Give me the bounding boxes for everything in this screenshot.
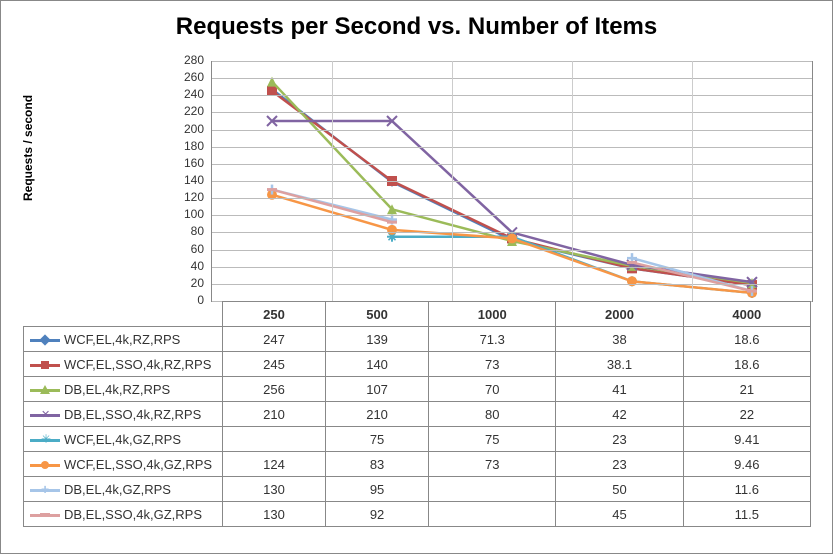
data-cell: 21: [683, 377, 810, 402]
y-tick-label: 0: [164, 293, 204, 307]
data-cell: 247: [223, 327, 326, 352]
data-cell: 130: [223, 502, 326, 527]
series-name: DB,EL,4k,GZ,RPS: [64, 482, 171, 497]
data-cell: 22: [683, 402, 810, 427]
data-cell: 80: [429, 402, 556, 427]
data-cell: 42: [556, 402, 683, 427]
data-cell: 70: [429, 377, 556, 402]
table-header-row: 250500100020004000: [24, 302, 811, 327]
data-cell: 73: [429, 352, 556, 377]
legend-marker: [30, 385, 60, 395]
category-header: 500: [326, 302, 429, 327]
chart-container: Requests per Second vs. Number of Items …: [0, 0, 833, 554]
series-name: WCF,EL,4k,RZ,RPS: [64, 332, 180, 347]
data-cell: 256: [223, 377, 326, 402]
data-cell: 140: [326, 352, 429, 377]
data-cell: 73: [429, 452, 556, 477]
y-tick-label: 200: [164, 122, 204, 136]
y-tick-label: 160: [164, 156, 204, 170]
series-label-cell: ✳ WCF,EL,4k,GZ,RPS: [24, 427, 223, 452]
category-header: 1000: [429, 302, 556, 327]
y-tick-label: 240: [164, 87, 204, 101]
data-table: 250500100020004000 WCF,EL,4k,RZ,RPS 247139…: [23, 301, 811, 527]
data-cell: 9.46: [683, 452, 810, 477]
data-cell: 50: [556, 477, 683, 502]
chart-title: Requests per Second vs. Number of Items: [1, 13, 832, 41]
y-tick-label: 40: [164, 259, 204, 273]
category-header: 2000: [556, 302, 683, 327]
data-cell: 210: [223, 402, 326, 427]
data-cell: 9.41: [683, 427, 810, 452]
table-row: ✕DB,EL,SSO,4k,RZ,RPS210210804222: [24, 402, 811, 427]
data-cell: 45: [556, 502, 683, 527]
legend-marker: [30, 335, 60, 345]
data-cell: 71.3: [429, 327, 556, 352]
series-label-cell: ✕ DB,EL,SSO,4k,RZ,RPS: [24, 402, 223, 427]
y-tick-label: 20: [164, 276, 204, 290]
series-name: WCF,EL,4k,GZ,RPS: [64, 432, 181, 447]
series-name: DB,EL,SSO,4k,GZ,RPS: [64, 507, 202, 522]
data-cell: 245: [223, 352, 326, 377]
legend-marker: ✳: [30, 435, 60, 445]
data-cell: 210: [326, 402, 429, 427]
legend-marker: [30, 460, 60, 470]
data-cell: 18.6: [683, 327, 810, 352]
legend-marker: +: [30, 485, 60, 495]
data-cell: 75: [429, 427, 556, 452]
table-row: DB,EL,4k,RZ,RPS 256107704121: [24, 377, 811, 402]
table-row: WCF,EL,SSO,4k,GZ,RPS 1248373239.46: [24, 452, 811, 477]
data-cell: 11.6: [683, 477, 810, 502]
y-tick-label: 60: [164, 242, 204, 256]
data-cell: 38: [556, 327, 683, 352]
y-tick-label: 180: [164, 139, 204, 153]
category-header: 250: [223, 302, 326, 327]
data-cell: 75: [326, 427, 429, 452]
y-tick-label: 100: [164, 207, 204, 221]
legend-marker: [30, 510, 60, 520]
series-label-cell: DB,EL,SSO,4k,GZ,RPS: [24, 502, 223, 527]
y-tick-label: 220: [164, 104, 204, 118]
series-name: WCF,EL,SSO,4k,RZ,RPS: [64, 357, 211, 372]
series-label-cell: WCF,EL,SSO,4k,GZ,RPS: [24, 452, 223, 477]
data-cell: 11.5: [683, 502, 810, 527]
y-tick-label: 120: [164, 190, 204, 204]
data-cell: 107: [326, 377, 429, 402]
category-header: 4000: [683, 302, 810, 327]
data-cell: 41: [556, 377, 683, 402]
series-label-cell: WCF,EL,4k,RZ,RPS: [24, 327, 223, 352]
series-name: DB,EL,SSO,4k,RZ,RPS: [64, 407, 201, 422]
data-cell: 124: [223, 452, 326, 477]
table-row: WCF,EL,4k,RZ,RPS 24713971.33818.6: [24, 327, 811, 352]
table-row: ✳WCF,EL,4k,GZ,RPS7575239.41: [24, 427, 811, 452]
legend-marker: ✕: [30, 410, 60, 420]
series-name: DB,EL,4k,RZ,RPS: [64, 382, 170, 397]
y-tick-label: 280: [164, 53, 204, 67]
y-axis-label: Requests / second: [21, 95, 35, 201]
data-cell: [429, 502, 556, 527]
plot-area: [211, 61, 813, 302]
series-name: WCF,EL,SSO,4k,GZ,RPS: [64, 457, 212, 472]
data-cell: [223, 427, 326, 452]
table-row: WCF,EL,SSO,4k,RZ,RPS 2451407338.118.6: [24, 352, 811, 377]
table-row: DB,EL,SSO,4k,GZ,RPS 13092 4511.5: [24, 502, 811, 527]
data-cell: [429, 477, 556, 502]
data-cell: 139: [326, 327, 429, 352]
y-tick-label: 260: [164, 70, 204, 84]
data-cell: 18.6: [683, 352, 810, 377]
data-cell: 23: [556, 427, 683, 452]
data-cell: 130: [223, 477, 326, 502]
series-label-cell: WCF,EL,SSO,4k,RZ,RPS: [24, 352, 223, 377]
data-cell: 38.1: [556, 352, 683, 377]
legend-marker: [30, 360, 60, 370]
series-label-cell: + DB,EL,4k,GZ,RPS: [24, 477, 223, 502]
data-cell: 92: [326, 502, 429, 527]
series-label-cell: DB,EL,4k,RZ,RPS: [24, 377, 223, 402]
table-row: + DB,EL,4k,GZ,RPS 13095 5011.6: [24, 477, 811, 502]
y-tick-label: 140: [164, 173, 204, 187]
data-cell: 23: [556, 452, 683, 477]
data-cell: 83: [326, 452, 429, 477]
data-cell: 95: [326, 477, 429, 502]
y-tick-label: 80: [164, 224, 204, 238]
